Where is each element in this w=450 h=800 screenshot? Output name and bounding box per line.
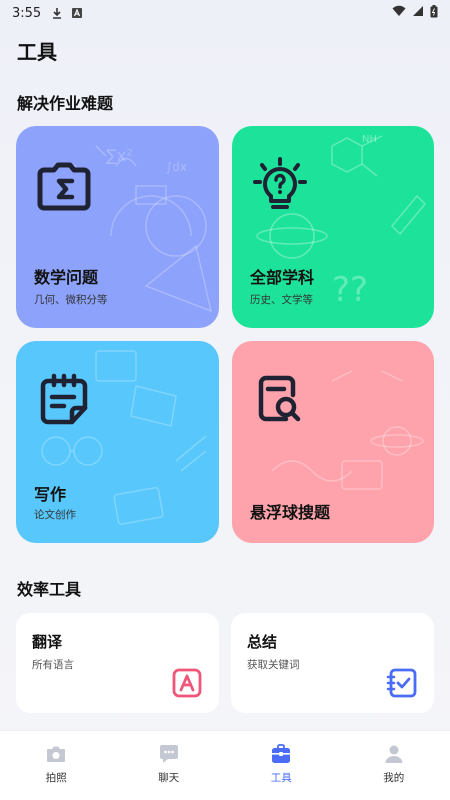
translate-a-icon bbox=[171, 667, 203, 699]
nav-label-me: 我的 bbox=[383, 772, 405, 784]
section-title-homework: 解决作业难题 bbox=[17, 94, 114, 113]
camera-icon bbox=[45, 743, 67, 765]
download-icon bbox=[51, 7, 63, 19]
document-search-icon bbox=[250, 371, 310, 431]
person-icon bbox=[383, 743, 405, 765]
svg-text:∫dx: ∫dx bbox=[166, 160, 187, 174]
all-subjects-card-title: 全部学科 bbox=[250, 268, 315, 287]
svg-text:NH: NH bbox=[362, 134, 377, 145]
nav-label-chat: 聊天 bbox=[158, 772, 180, 784]
floating-ball-search-card[interactable]: 悬浮球搜题 bbox=[232, 341, 434, 543]
nav-label-camera: 拍照 bbox=[45, 772, 67, 784]
notepad-icon bbox=[34, 371, 94, 431]
translate-tool-card[interactable]: 翻译 所有语言 bbox=[16, 613, 219, 713]
wifi-icon bbox=[392, 5, 406, 21]
summary-title: 总结 bbox=[247, 633, 278, 651]
nav-label-tools: 工具 bbox=[270, 772, 292, 784]
signal-icon bbox=[412, 5, 424, 21]
sigma-camera-icon bbox=[34, 156, 94, 216]
math-card-subtitle: 几何、微积分等 bbox=[34, 294, 108, 306]
summary-tool-card[interactable]: 总结 获取关键词 bbox=[231, 613, 434, 713]
toolbox-icon bbox=[270, 743, 292, 765]
page-title: 工具 bbox=[17, 40, 57, 64]
summary-subtitle: 获取关键词 bbox=[247, 659, 300, 671]
bottom-navigation: 拍照 聊天 工具 我的 bbox=[0, 730, 450, 800]
nav-item-camera[interactable]: 拍照 bbox=[0, 731, 113, 800]
writing-card[interactable]: 写作 论文创作 bbox=[16, 341, 219, 543]
nav-item-chat[interactable]: 聊天 bbox=[113, 731, 226, 800]
lightbulb-question-icon bbox=[250, 156, 310, 216]
math-problems-card[interactable]: ∑x² ∫dx 数学问题 几何、微积分等 bbox=[16, 126, 219, 328]
nav-item-tools[interactable]: 工具 bbox=[225, 731, 338, 800]
writing-card-title: 写作 bbox=[34, 485, 67, 504]
floating-ball-card-title: 悬浮球搜题 bbox=[250, 503, 331, 522]
all-subjects-card-subtitle: 历史、文学等 bbox=[250, 294, 313, 306]
section-title-efficiency: 效率工具 bbox=[17, 580, 82, 599]
battery-icon bbox=[430, 4, 438, 22]
translate-subtitle: 所有语言 bbox=[32, 659, 74, 671]
svg-text:∑x²: ∑x² bbox=[106, 146, 133, 165]
a-icon bbox=[71, 7, 83, 19]
svg-text:??: ?? bbox=[332, 270, 368, 310]
all-subjects-card[interactable]: ?? NH 全部学科 历史、文学等 bbox=[232, 126, 434, 328]
checklist-icon bbox=[386, 667, 418, 699]
math-card-title: 数学问题 bbox=[34, 268, 99, 287]
status-time: 3:55 bbox=[12, 5, 42, 21]
writing-card-subtitle: 论文创作 bbox=[34, 509, 76, 521]
chat-icon bbox=[158, 743, 180, 765]
status-bar: 3:55 bbox=[0, 0, 450, 26]
translate-title: 翻译 bbox=[32, 633, 63, 651]
nav-item-me[interactable]: 我的 bbox=[338, 731, 450, 800]
